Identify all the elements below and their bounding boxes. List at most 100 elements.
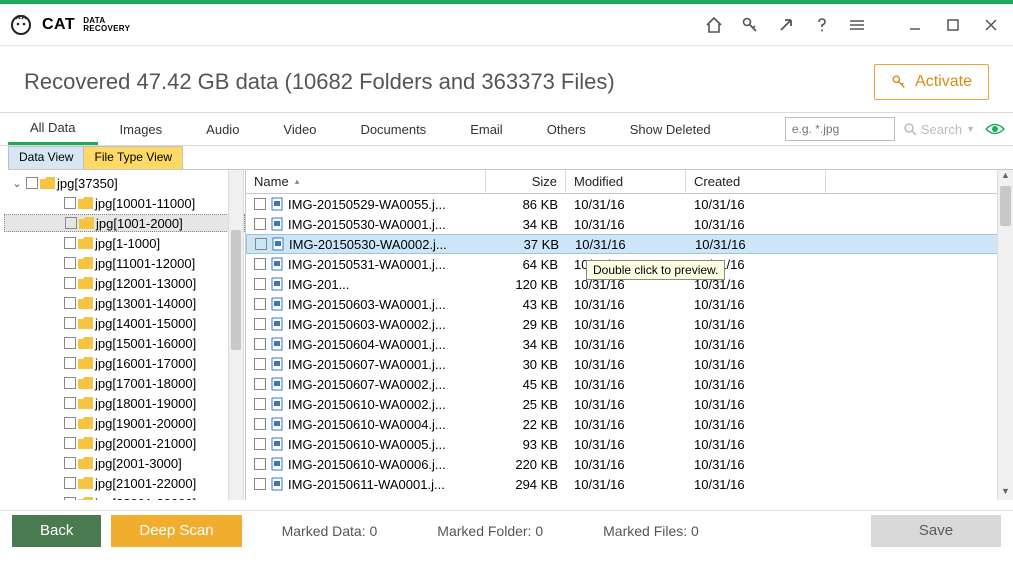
category-email[interactable]: Email [448, 113, 525, 145]
row-checkbox[interactable] [254, 378, 266, 390]
tree-item[interactable]: jpg[13001-14000] [4, 294, 245, 312]
tab-data-view[interactable]: Data View [8, 146, 84, 169]
tree-scrollbar[interactable] [228, 170, 244, 500]
table-row[interactable]: IMG-20150611-WA0001.j...294 KB10/31/1610… [246, 474, 1013, 494]
table-row[interactable]: IMG-20150529-WA0055.j...86 KB10/31/1610/… [246, 194, 1013, 214]
row-checkbox[interactable] [254, 438, 266, 450]
column-size[interactable]: Size [486, 170, 566, 193]
scrollbar-thumb[interactable] [1000, 186, 1011, 226]
key-icon[interactable] [741, 16, 759, 34]
table-row[interactable]: IMG-20150604-WA0001.j...34 KB10/31/1610/… [246, 334, 1013, 354]
tree-item[interactable]: jpg[22001-23000] [4, 494, 245, 500]
tree-item[interactable]: jpg[14001-15000] [4, 314, 245, 332]
category-audio[interactable]: Audio [184, 113, 261, 145]
tree-checkbox[interactable] [64, 297, 76, 309]
category-video[interactable]: Video [261, 113, 338, 145]
row-checkbox[interactable] [255, 238, 267, 250]
tree-checkbox[interactable] [64, 477, 76, 489]
activate-button[interactable]: Activate [874, 64, 989, 100]
search-button[interactable]: Search ▼ [903, 122, 975, 137]
save-button[interactable]: Save [871, 515, 1001, 547]
table-row[interactable]: IMG-20150530-WA0001.j...34 KB10/31/1610/… [246, 214, 1013, 234]
tree-item[interactable]: jpg[1001-2000] [4, 214, 245, 232]
help-icon[interactable] [813, 16, 831, 34]
row-checkbox[interactable] [254, 478, 266, 490]
category-others[interactable]: Others [525, 113, 608, 145]
list-scrollbar[interactable]: ▲ ▼ [997, 170, 1013, 500]
back-button[interactable]: Back [12, 515, 101, 547]
category-images[interactable]: Images [98, 113, 185, 145]
row-checkbox[interactable] [254, 358, 266, 370]
folder-tree[interactable]: ⌄ jpg[37350] jpg[10001-11000] jpg[1001-20… [0, 170, 246, 500]
list-body[interactable]: IMG-20150529-WA0055.j...86 KB10/31/1610/… [246, 194, 1013, 500]
tree-item[interactable]: jpg[17001-18000] [4, 374, 245, 392]
tree-item[interactable]: jpg[12001-13000] [4, 274, 245, 292]
row-checkbox[interactable] [254, 418, 266, 430]
row-checkbox[interactable] [254, 458, 266, 470]
table-row[interactable]: IMG-20150530-WA0002.j...37 KB10/31/1610/… [246, 234, 1013, 254]
tab-file-type-view[interactable]: File Type View [83, 146, 183, 169]
column-name[interactable]: Name▴ [246, 170, 486, 193]
tree-checkbox[interactable] [64, 237, 76, 249]
tree-item[interactable]: jpg[20001-21000] [4, 434, 245, 452]
tree-checkbox[interactable] [65, 217, 77, 229]
table-row[interactable]: IMG-20150607-WA0002.j...45 KB10/31/1610/… [246, 374, 1013, 394]
tree-item[interactable]: jpg[10001-11000] [4, 194, 245, 212]
tree-root[interactable]: ⌄ jpg[37350] [4, 174, 245, 192]
row-checkbox[interactable] [254, 258, 266, 270]
tree-checkbox[interactable] [64, 437, 76, 449]
table-row[interactable]: IMG-20150610-WA0006.j...220 KB10/31/1610… [246, 454, 1013, 474]
tree-item[interactable]: jpg[11001-12000] [4, 254, 245, 272]
tree-item[interactable]: jpg[15001-16000] [4, 334, 245, 352]
table-row[interactable]: IMG-20150607-WA0001.j...30 KB10/31/1610/… [246, 354, 1013, 374]
row-checkbox[interactable] [254, 398, 266, 410]
column-modified[interactable]: Modified [566, 170, 686, 193]
maximize-button[interactable] [941, 16, 965, 34]
tree-item[interactable]: jpg[16001-17000] [4, 354, 245, 372]
tree-checkbox[interactable] [64, 197, 76, 209]
tree-checkbox[interactable] [64, 277, 76, 289]
tree-checkbox[interactable] [64, 317, 76, 329]
tree-checkbox[interactable] [26, 177, 38, 189]
scroll-down-icon[interactable]: ▼ [998, 486, 1013, 500]
table-row[interactable]: IMG-20150610-WA0005.j...93 KB10/31/1610/… [246, 434, 1013, 454]
home-icon[interactable] [705, 16, 723, 34]
scrollbar-thumb[interactable] [231, 230, 241, 350]
menu-icon[interactable] [849, 16, 867, 34]
row-checkbox[interactable] [254, 298, 266, 310]
row-checkbox[interactable] [254, 278, 266, 290]
tree-item[interactable]: jpg[18001-19000] [4, 394, 245, 412]
tree-item[interactable]: jpg[19001-20000] [4, 414, 245, 432]
row-checkbox[interactable] [254, 198, 266, 210]
row-checkbox[interactable] [254, 218, 266, 230]
table-row[interactable]: IMG-20150603-WA0001.j...43 KB10/31/1610/… [246, 294, 1013, 314]
tree-item[interactable]: jpg[21001-22000] [4, 474, 245, 492]
row-checkbox[interactable] [254, 338, 266, 350]
tree-checkbox[interactable] [64, 397, 76, 409]
tree-checkbox[interactable] [64, 357, 76, 369]
tree-checkbox[interactable] [64, 497, 76, 500]
tree-checkbox[interactable] [64, 417, 76, 429]
tree-checkbox[interactable] [64, 377, 76, 389]
row-checkbox[interactable] [254, 318, 266, 330]
table-row[interactable]: IMG-20150603-WA0002.j...29 KB10/31/1610/… [246, 314, 1013, 334]
category-all-data[interactable]: All Data [8, 113, 98, 145]
column-created[interactable]: Created [686, 170, 826, 193]
table-row[interactable]: IMG-20150610-WA0004.j...22 KB10/31/1610/… [246, 414, 1013, 434]
tree-item[interactable]: jpg[1-1000] [4, 234, 245, 252]
tree-checkbox[interactable] [64, 257, 76, 269]
close-button[interactable] [979, 16, 1003, 34]
tree-checkbox[interactable] [64, 337, 76, 349]
visibility-toggle[interactable] [985, 122, 1005, 136]
tree-item[interactable]: jpg[2001-3000] [4, 454, 245, 472]
filter-input[interactable] [785, 117, 895, 141]
category-show-deleted[interactable]: Show Deleted [608, 113, 733, 145]
scroll-up-icon[interactable]: ▲ [998, 170, 1013, 184]
table-row[interactable]: IMG-20150610-WA0002.j...25 KB10/31/1610/… [246, 394, 1013, 414]
category-documents[interactable]: Documents [338, 113, 448, 145]
minimize-button[interactable] [903, 16, 927, 34]
tree-checkbox[interactable] [64, 457, 76, 469]
deep-scan-button[interactable]: Deep Scan [111, 515, 241, 547]
share-icon[interactable] [777, 16, 795, 34]
collapse-toggle[interactable]: ⌄ [12, 177, 22, 190]
